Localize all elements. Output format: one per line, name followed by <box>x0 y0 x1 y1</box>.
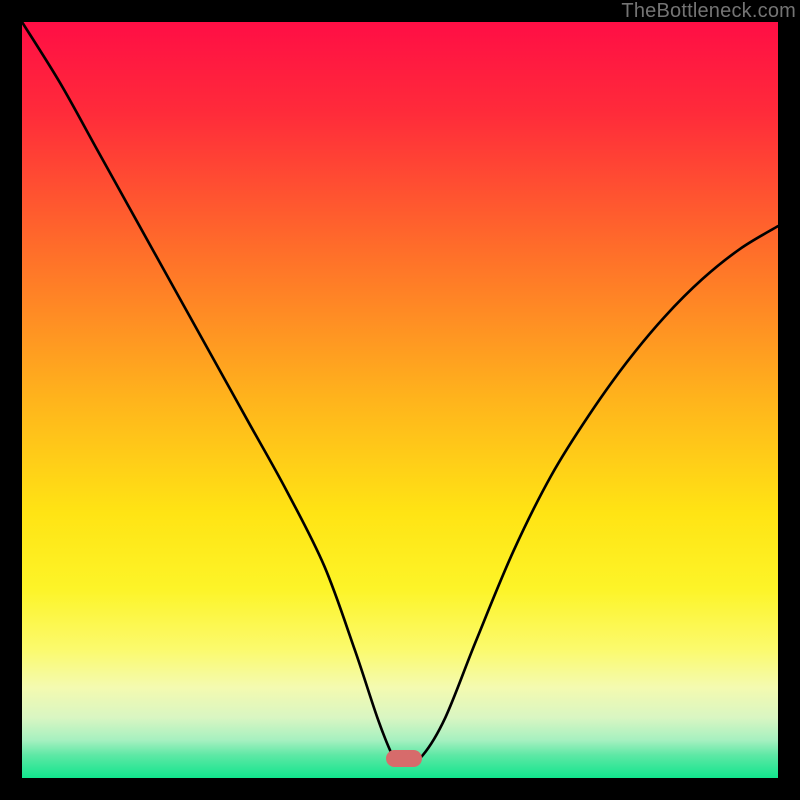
bottleneck-curve <box>22 22 778 778</box>
plot-area <box>22 22 778 778</box>
watermark-label: TheBottleneck.com <box>621 0 796 23</box>
chart-frame: TheBottleneck.com <box>0 0 800 800</box>
selection-marker <box>386 750 422 767</box>
